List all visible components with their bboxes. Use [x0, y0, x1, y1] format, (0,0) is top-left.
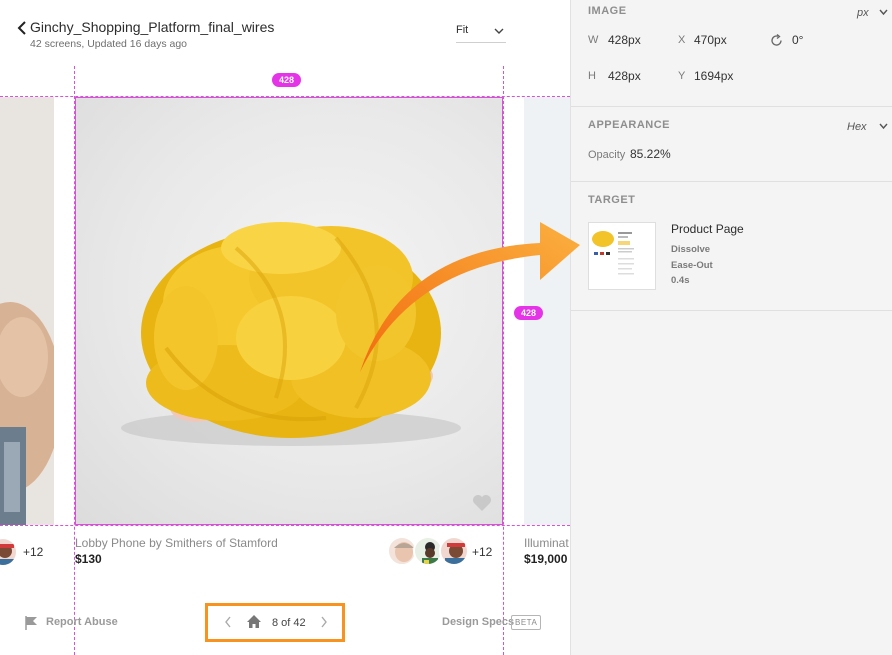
home-icon[interactable] — [246, 614, 262, 629]
opacity-value: 85.22% — [630, 147, 671, 161]
width-value: 428px — [608, 33, 641, 47]
beta-badge: BETA — [511, 615, 542, 630]
project-title: Ginchy_Shopping_Platform_final_wires — [30, 19, 275, 35]
chevron-down-icon — [494, 28, 504, 34]
chevron-right-icon[interactable] — [320, 615, 328, 629]
rotate-icon — [771, 34, 782, 46]
flag-icon — [25, 616, 37, 630]
guide-horizontal-top — [0, 96, 570, 97]
target-screen-title: Product Page — [671, 222, 744, 236]
color-format-label: Hex — [847, 121, 867, 133]
avatar[interactable] — [439, 536, 469, 566]
page-navigator: 8 of 42 — [205, 603, 345, 642]
avatar[interactable] — [0, 537, 18, 567]
transition-type: Dissolve — [671, 244, 711, 255]
divider — [571, 310, 892, 311]
rotation-value: 0° — [792, 33, 804, 47]
guide-vertical-left — [74, 66, 75, 655]
divider — [571, 181, 892, 182]
y-label: Y — [678, 70, 686, 82]
prototype-canvas: Ginchy_Shopping_Platform_final_wires 42 … — [0, 0, 570, 655]
height-measure-label: 428 — [514, 306, 544, 320]
hand-photo — [0, 97, 54, 525]
width-measure-label: 428 — [272, 73, 302, 87]
unit-select-label: px — [857, 7, 869, 19]
target-screen-thumbnail[interactable] — [588, 222, 656, 290]
transition-duration: 0.4s — [671, 275, 690, 286]
zoom-select-label: Fit — [456, 24, 469, 36]
height-value: 428px — [608, 69, 641, 83]
left-card-plus-count: +12 — [23, 545, 44, 559]
zoom-select[interactable]: Fit — [456, 23, 506, 43]
y-value: 1694px — [694, 69, 734, 83]
main-card-title: Lobby Phone by Smithers of Stamford — [75, 536, 278, 550]
design-specs-link[interactable]: Design Specs — [442, 616, 514, 628]
chevron-down-icon — [879, 123, 888, 130]
previous-screen-card[interactable] — [0, 97, 54, 525]
width-label: W — [588, 34, 599, 46]
current-screen-card[interactable] — [75, 97, 503, 525]
color-format-select[interactable]: Hex — [847, 121, 888, 133]
page-indicator: 8 of 42 — [272, 617, 306, 629]
main-card-plus-count: +12 — [472, 545, 493, 559]
next-card-title: Illuminat — [524, 536, 569, 550]
guide-vertical-right — [503, 66, 504, 655]
report-abuse-label: Report Abuse — [46, 616, 118, 628]
guide-horizontal-bottom — [0, 525, 570, 526]
heart-icon[interactable] — [472, 494, 492, 512]
opacity-label: Opacity — [588, 149, 626, 161]
chevron-down-icon — [879, 9, 888, 16]
knot-pillow-image — [121, 222, 461, 446]
project-meta: 42 screens, Updated 16 days ago — [30, 38, 188, 50]
inspector-panel: IMAGE px W 428px X 470px 0° H 428px Y 16… — [570, 0, 892, 655]
product-page-preview — [589, 223, 655, 289]
transition-easing: Ease-Out — [671, 260, 713, 271]
appearance-section-heading: APPEARANCE — [588, 119, 671, 131]
main-card-price: $130 — [75, 552, 102, 566]
target-section-heading: TARGET — [588, 194, 636, 206]
back-chevron-icon[interactable] — [16, 20, 28, 36]
image-section-heading: IMAGE — [588, 5, 627, 17]
unit-select[interactable]: px — [857, 7, 888, 19]
next-card-price: $19,000 — [524, 552, 568, 566]
divider — [571, 106, 892, 107]
height-label: H — [588, 70, 596, 82]
x-label: X — [678, 34, 686, 46]
chevron-left-icon[interactable] — [224, 615, 232, 629]
x-value: 470px — [694, 33, 727, 47]
